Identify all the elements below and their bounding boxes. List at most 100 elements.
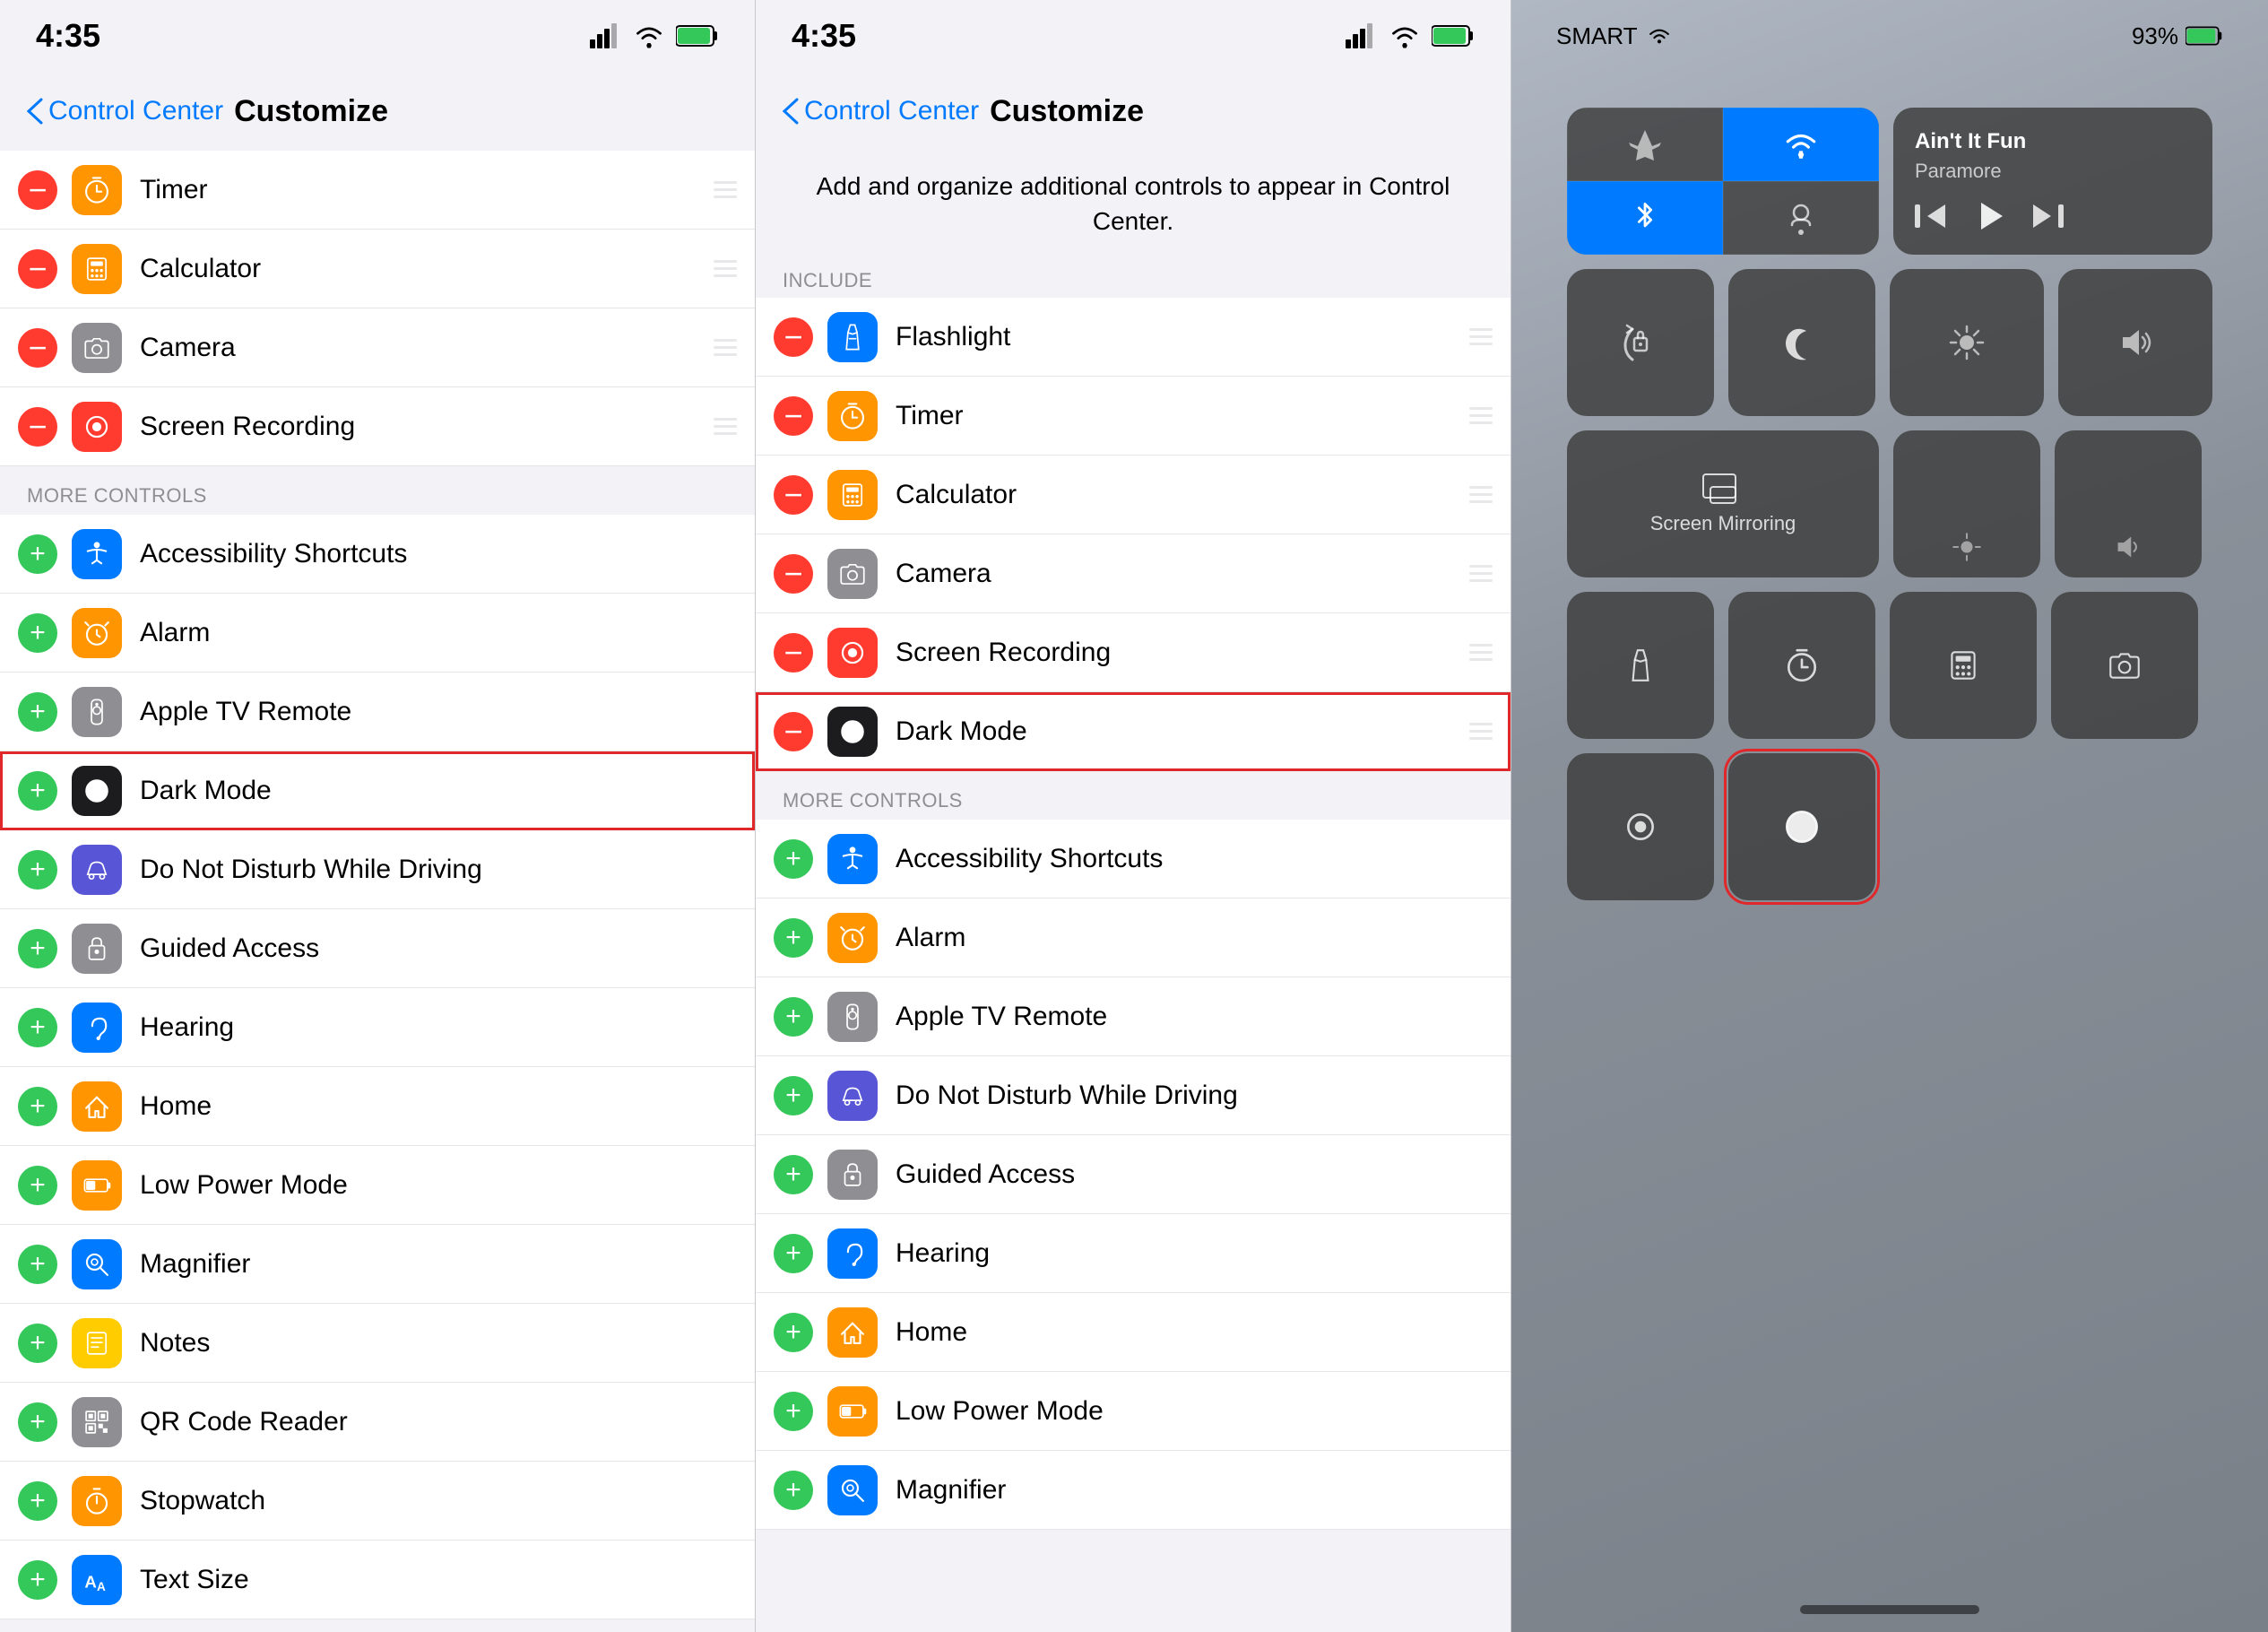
remove-btn-calculator[interactable] bbox=[18, 249, 57, 289]
add-btn-home-2[interactable] bbox=[774, 1313, 813, 1352]
add-btn-lowpower[interactable] bbox=[18, 1166, 57, 1205]
list-item-darkmode-2[interactable]: Dark Mode bbox=[756, 692, 1511, 771]
remove-btn-flashlight[interactable] bbox=[774, 317, 813, 357]
list-item-accessibility-2[interactable]: Accessibility Shortcuts bbox=[756, 820, 1511, 898]
cc-network-tile[interactable] bbox=[1567, 108, 1879, 255]
remove-btn-timer-2[interactable] bbox=[774, 396, 813, 436]
remove-btn-camera[interactable] bbox=[18, 328, 57, 368]
home-icon-2 bbox=[827, 1307, 878, 1358]
add-btn-home[interactable] bbox=[18, 1087, 57, 1126]
add-btn-guided[interactable] bbox=[18, 929, 57, 968]
list-item-flashlight-2[interactable]: Flashlight bbox=[756, 298, 1511, 377]
list-item-lowpower-2[interactable]: Low Power Mode bbox=[756, 1372, 1511, 1451]
add-btn-lowpower-2[interactable] bbox=[774, 1392, 813, 1431]
remove-btn-darkmode[interactable] bbox=[774, 712, 813, 751]
list-item-hearing-2[interactable]: Hearing bbox=[756, 1214, 1511, 1293]
cc-bluetooth-btn[interactable] bbox=[1567, 181, 1723, 255]
add-btn-magnifier-2[interactable] bbox=[774, 1471, 813, 1510]
list-item-alarm[interactable]: Alarm bbox=[0, 594, 755, 673]
list-item-timer-2[interactable]: Timer bbox=[756, 377, 1511, 456]
list-item-guided-access[interactable]: Guided Access bbox=[0, 909, 755, 988]
add-btn-guided-2[interactable] bbox=[774, 1155, 813, 1194]
list-item-appletv-2[interactable]: Apple TV Remote bbox=[756, 977, 1511, 1056]
cc-camera-tile[interactable] bbox=[2051, 592, 2198, 739]
remove-btn-camera-2[interactable] bbox=[774, 554, 813, 594]
remove-btn-screen-recording[interactable] bbox=[18, 407, 57, 447]
cc-volume-slider[interactable] bbox=[2055, 430, 2202, 577]
remove-btn-timer[interactable] bbox=[18, 170, 57, 210]
nav-back-1[interactable]: Control Center bbox=[27, 96, 223, 126]
list-item-camera-2[interactable]: Camera bbox=[756, 534, 1511, 613]
list-item-alarm-2[interactable]: Alarm bbox=[756, 898, 1511, 977]
list-item-appletv[interactable]: Apple TV Remote bbox=[0, 673, 755, 751]
cc-music-tile[interactable]: Ain't It Fun Paramore bbox=[1893, 108, 2212, 255]
list-item-magnifier[interactable]: Magnifier bbox=[0, 1225, 755, 1304]
panel2: 4:35 Control Center bbox=[756, 0, 1511, 1632]
list-item-dnd-driving[interactable]: Do Not Disturb While Driving bbox=[0, 830, 755, 909]
cc-dnd-tile[interactable] bbox=[1728, 269, 1875, 416]
cc-darkmode-tile[interactable] bbox=[1728, 753, 1875, 900]
list-item-timer[interactable]: Timer bbox=[0, 151, 755, 230]
cc-calculator-tile[interactable] bbox=[1890, 592, 2037, 739]
list-item-screen-recording-2[interactable]: Screen Recording bbox=[756, 613, 1511, 692]
cc-volume-tile[interactable] bbox=[2058, 269, 2212, 416]
cc-airplane-btn[interactable] bbox=[1567, 108, 1723, 181]
drag-handle-flashlight bbox=[1469, 328, 1493, 345]
add-btn-magnifier[interactable] bbox=[18, 1245, 57, 1284]
list-item-qr[interactable]: QR Code Reader bbox=[0, 1383, 755, 1462]
list-item-textsize[interactable]: AA Text Size bbox=[0, 1541, 755, 1619]
add-btn-textsize[interactable] bbox=[18, 1560, 57, 1600]
nav-back-2[interactable]: Control Center bbox=[783, 96, 979, 126]
add-btn-alarm[interactable] bbox=[18, 613, 57, 653]
add-btn-notes[interactable] bbox=[18, 1324, 57, 1363]
volume-icon bbox=[2116, 323, 2155, 362]
list-item-dnd-2[interactable]: Do Not Disturb While Driving bbox=[756, 1056, 1511, 1135]
add-btn-qr[interactable] bbox=[18, 1402, 57, 1442]
cc-brightness-tile[interactable] bbox=[1890, 269, 2044, 416]
add-btn-stopwatch[interactable] bbox=[18, 1481, 57, 1521]
list-item-accessibility[interactable]: Accessibility Shortcuts bbox=[0, 515, 755, 594]
prev-track-icon[interactable] bbox=[1915, 201, 1945, 231]
list-item-calculator-2[interactable]: Calculator bbox=[756, 456, 1511, 534]
list-item-magnifier-2[interactable]: Magnifier bbox=[756, 1451, 1511, 1530]
list-item-hearing[interactable]: Hearing bbox=[0, 988, 755, 1067]
add-btn-appletv[interactable] bbox=[18, 692, 57, 732]
add-btn-accessibility-2[interactable] bbox=[774, 839, 813, 879]
next-track-icon[interactable] bbox=[2033, 201, 2064, 231]
guided-access-icon bbox=[72, 924, 122, 974]
add-btn-dnd[interactable] bbox=[18, 850, 57, 890]
guided-icon-2 bbox=[827, 1150, 878, 1200]
more-controls-header-2: MORE CONTROLS bbox=[756, 771, 1511, 820]
list-item-guided-2[interactable]: Guided Access bbox=[756, 1135, 1511, 1214]
list-item-camera[interactable]: Camera bbox=[0, 308, 755, 387]
remove-btn-calculator-2[interactable] bbox=[774, 475, 813, 515]
cc-row-4 bbox=[1567, 592, 2212, 739]
cc-timer-tile[interactable] bbox=[1728, 592, 1875, 739]
list-item-screen-recording[interactable]: Screen Recording bbox=[0, 387, 755, 466]
list-item-lowpower[interactable]: Low Power Mode bbox=[0, 1146, 755, 1225]
dnd-driving-label: Do Not Disturb While Driving bbox=[140, 855, 737, 885]
list-item-home[interactable]: Home bbox=[0, 1067, 755, 1146]
add-btn-accessibility[interactable] bbox=[18, 534, 57, 574]
add-btn-alarm-2[interactable] bbox=[774, 918, 813, 958]
cc-screen-record-tile[interactable] bbox=[1567, 753, 1714, 900]
status-bar-1: 4:35 bbox=[0, 0, 755, 72]
remove-btn-sr-2[interactable] bbox=[774, 633, 813, 673]
cc-wifi-btn[interactable] bbox=[1723, 108, 1879, 181]
list-item-notes[interactable]: Notes bbox=[0, 1304, 755, 1383]
cc-brightness-slider[interactable] bbox=[1893, 430, 2040, 577]
add-btn-appletv-2[interactable] bbox=[774, 997, 813, 1037]
play-icon[interactable] bbox=[1972, 199, 2006, 233]
list-item-calculator[interactable]: Calculator bbox=[0, 230, 755, 308]
list-item-home-2[interactable]: Home bbox=[756, 1293, 1511, 1372]
list-item-stopwatch[interactable]: Stopwatch bbox=[0, 1462, 755, 1541]
cc-flashlight-tile[interactable] bbox=[1567, 592, 1714, 739]
cc-screen-mirror-tile[interactable]: Screen Mirroring bbox=[1567, 430, 1879, 577]
add-btn-hearing[interactable] bbox=[18, 1008, 57, 1047]
cc-airdrop-btn[interactable] bbox=[1723, 181, 1879, 255]
add-btn-darkmode[interactable] bbox=[18, 771, 57, 811]
add-btn-dnd-2[interactable] bbox=[774, 1076, 813, 1115]
list-item-darkmode[interactable]: Dark Mode bbox=[0, 751, 755, 830]
cc-rotation-lock-tile[interactable] bbox=[1567, 269, 1714, 416]
add-btn-hearing-2[interactable] bbox=[774, 1234, 813, 1273]
